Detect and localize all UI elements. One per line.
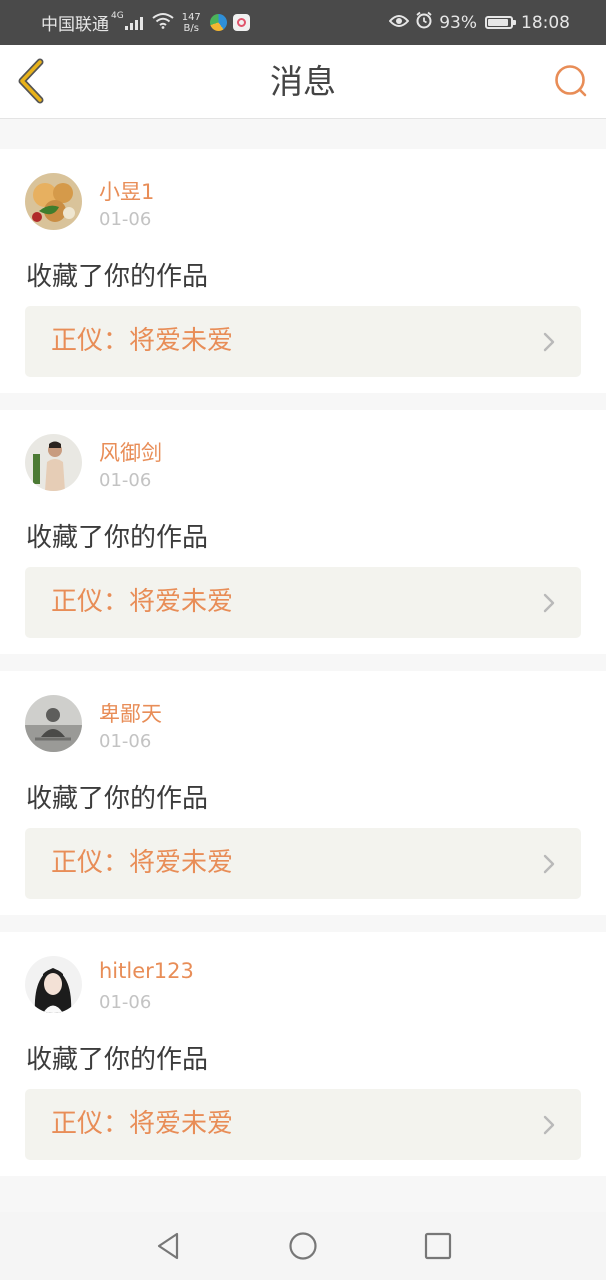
clock: 18:08 bbox=[521, 12, 570, 33]
username[interactable]: 小昱1 bbox=[99, 176, 154, 206]
work-title: 正仪：将爱未爱 bbox=[51, 587, 234, 617]
username[interactable]: 风御剑 bbox=[99, 437, 162, 467]
action-text: 收藏了你的作品 bbox=[26, 523, 209, 553]
username[interactable]: hitler123 bbox=[99, 959, 194, 983]
avatar[interactable] bbox=[25, 695, 82, 752]
message-date: 01-06 bbox=[99, 470, 152, 491]
nav-recents-button[interactable] bbox=[422, 1230, 454, 1262]
avatar[interactable] bbox=[25, 956, 82, 1013]
alarm-icon bbox=[415, 11, 433, 34]
message-card: hitler123 01-06 收藏了你的作品 正仪：将爱未爱 bbox=[0, 932, 606, 1176]
network-type-label: 4G bbox=[111, 10, 124, 21]
wifi-icon bbox=[152, 12, 174, 34]
message-date: 01-06 bbox=[99, 209, 152, 230]
action-text: 收藏了你的作品 bbox=[26, 262, 209, 292]
message-date: 01-06 bbox=[99, 731, 152, 752]
app-header: 消息 bbox=[0, 45, 606, 119]
avatar[interactable] bbox=[25, 434, 82, 491]
nav-back-icon bbox=[153, 1232, 185, 1266]
action-text: 收藏了你的作品 bbox=[26, 1045, 209, 1075]
message-date: 01-06 bbox=[99, 992, 152, 1013]
work-link[interactable]: 正仪：将爱未爱 bbox=[25, 306, 581, 377]
app-notification-icon bbox=[209, 14, 227, 31]
username[interactable]: 卑鄙天 bbox=[99, 698, 162, 728]
search-icon bbox=[552, 65, 590, 104]
action-text: 收藏了你的作品 bbox=[26, 784, 209, 814]
status-bar: 中国联通 4G 147 B/s 93% 18:08 bbox=[0, 0, 606, 45]
work-title: 正仪：将爱未爱 bbox=[51, 326, 234, 356]
carrier-label: 中国联通 bbox=[41, 15, 109, 35]
work-link[interactable]: 正仪：将爱未爱 bbox=[25, 567, 581, 638]
search-button[interactable] bbox=[552, 62, 590, 100]
battery-percent: 93% bbox=[439, 12, 477, 33]
navigation-bar bbox=[0, 1212, 606, 1280]
chevron-right-icon bbox=[543, 332, 555, 356]
chevron-right-icon bbox=[543, 1115, 555, 1139]
signal-icon bbox=[124, 16, 143, 30]
battery-icon bbox=[485, 16, 516, 29]
net-speed-unit: B/s bbox=[183, 22, 199, 34]
nav-home-icon bbox=[287, 1232, 319, 1266]
chevron-right-icon bbox=[543, 593, 555, 617]
message-card: 小昱1 01-06 收藏了你的作品 正仪：将爱未爱 bbox=[0, 149, 606, 393]
page-title: 消息 bbox=[270, 62, 336, 101]
eye-comfort-icon bbox=[388, 13, 410, 33]
net-speed-value: 147 bbox=[181, 11, 201, 23]
chevron-right-icon bbox=[543, 854, 555, 878]
app-notification-icon bbox=[232, 14, 250, 31]
work-link[interactable]: 正仪：将爱未爱 bbox=[25, 1089, 581, 1160]
nav-home-button[interactable] bbox=[287, 1230, 319, 1262]
message-card: 卑鄙天 01-06 收藏了你的作品 正仪：将爱未爱 bbox=[0, 671, 606, 915]
nav-back-button[interactable] bbox=[153, 1230, 185, 1262]
message-card: 风御剑 01-06 收藏了你的作品 正仪：将爱未爱 bbox=[0, 410, 606, 654]
work-title: 正仪：将爱未爱 bbox=[51, 848, 234, 878]
work-title: 正仪：将爱未爱 bbox=[51, 1109, 234, 1139]
avatar[interactable] bbox=[25, 173, 82, 230]
net-speed: 147 B/s bbox=[182, 12, 201, 34]
work-link[interactable]: 正仪：将爱未爱 bbox=[25, 828, 581, 899]
nav-recents-icon bbox=[422, 1232, 454, 1266]
